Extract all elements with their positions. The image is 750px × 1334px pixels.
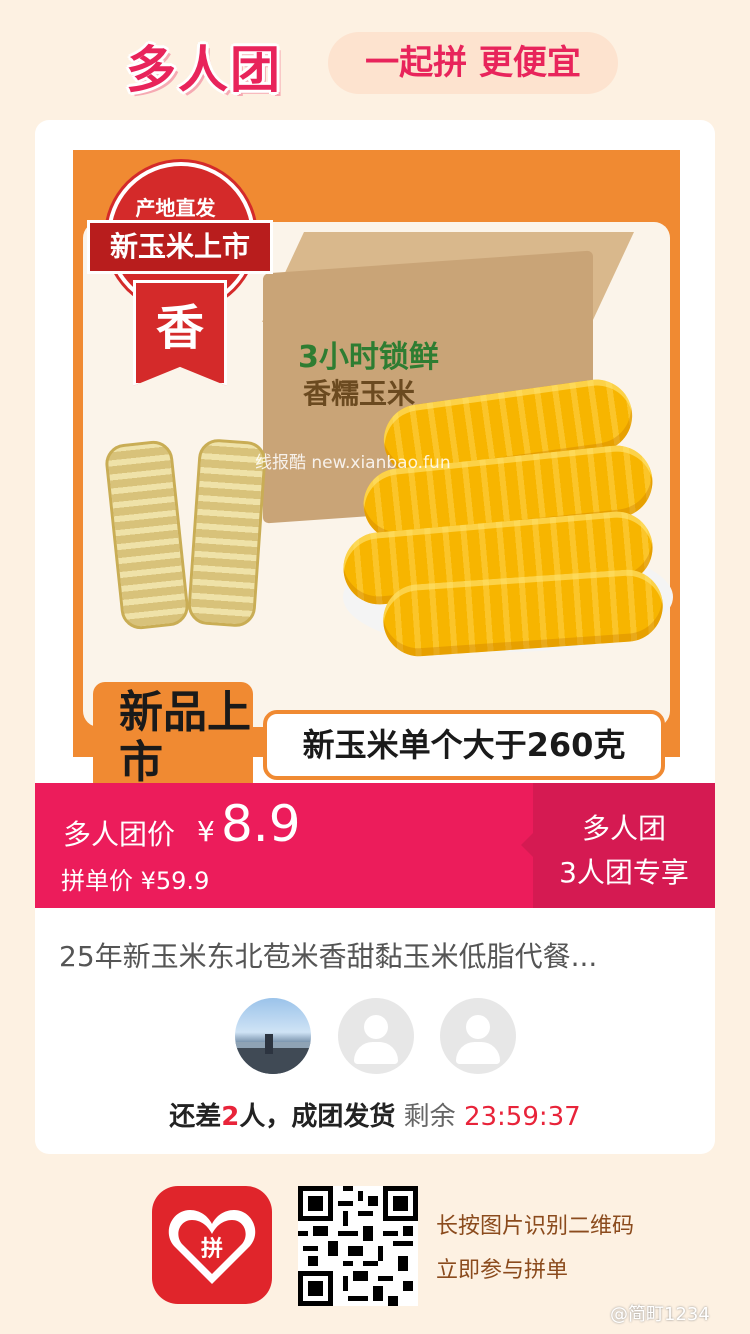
- missing-count: 2: [221, 1102, 240, 1132]
- avatar-photo-scene: [235, 1034, 311, 1074]
- member-avatar: [235, 998, 311, 1074]
- qr-code-pattern: [298, 1186, 418, 1306]
- empty-slot-avatar: [440, 998, 516, 1074]
- qr-caption-join: 立即参与拼单: [436, 1258, 569, 1283]
- brand-title: 多人团: [126, 41, 282, 99]
- person-placeholder-icon: [466, 1015, 490, 1039]
- group-type-label: 多人团: [581, 812, 666, 845]
- slogan-pill: 一起拼 更便宜: [328, 32, 618, 94]
- price-bar[interactable]: 多人团价 ¥ 8.9 拼单价 ¥59.9 多人团 3人团专享: [35, 783, 715, 908]
- product-image[interactable]: 3小时锁鲜 香糯玉米 线报酷 new.xianbao.fun 新品上市 新玉米单…: [73, 150, 680, 794]
- qr-code[interactable]: [298, 1186, 418, 1306]
- status-prefix: 还差: [169, 1102, 222, 1132]
- svg-text:拼: 拼: [201, 1236, 223, 1262]
- status-suffix: 人，成团发货: [239, 1102, 396, 1132]
- remaining-label: 剩余: [403, 1102, 456, 1132]
- badge-ribbon-text: 香: [133, 280, 227, 386]
- group-status: 还差2人，成团发货 剩余 23:59:37: [35, 1096, 715, 1133]
- empty-slot-avatar: [338, 998, 414, 1074]
- badge-top-text: 产地直发: [135, 196, 216, 220]
- single-price: 拼单价 ¥59.9: [61, 867, 210, 895]
- new-product-label: 新品上市: [93, 682, 253, 794]
- countdown-timer: 23:59:37: [463, 1102, 581, 1132]
- origin-badge: 产地直发 新玉米上市 香: [87, 150, 273, 386]
- group-type-panel: 多人团 3人团专享: [533, 783, 715, 908]
- group-price-label: 多人团价: [63, 818, 176, 851]
- person-placeholder-icon: [364, 1015, 388, 1039]
- product-title[interactable]: 25年新玉米东北苞米香甜黏玉米低脂代餐...: [59, 935, 699, 975]
- price-notch: [521, 833, 533, 857]
- image-watermark: 线报酷 new.xianbao.fun: [255, 453, 451, 473]
- corn-pack-left: [103, 438, 191, 632]
- pinduoduo-logo-icon: 拼: [152, 1186, 272, 1304]
- weibo-watermark: @简町1234: [610, 1304, 710, 1325]
- qr-caption-scan: 长按图片识别二维码: [436, 1214, 635, 1239]
- heart-logo-icon: 拼: [168, 1210, 256, 1284]
- box-text-variety: 香糯玉米: [303, 377, 416, 410]
- group-size-label: 3人团专享: [559, 856, 689, 889]
- size-label: 新玉米单个大于260克: [263, 710, 665, 780]
- box-text-freshness: 3小时锁鲜: [298, 340, 439, 375]
- badge-band-text: 新玉米上市: [87, 220, 273, 274]
- group-price-value: 8.9: [221, 795, 301, 853]
- product-card[interactable]: 3小时锁鲜 香糯玉米 线报酷 new.xianbao.fun 新品上市 新玉米单…: [35, 120, 715, 1154]
- currency-symbol: ¥: [197, 815, 215, 848]
- header: 多人团 一起拼 更便宜: [0, 28, 750, 100]
- footer: 拼 长按图片识别二维码 立即参与拼单 @简町1234: [0, 1170, 750, 1334]
